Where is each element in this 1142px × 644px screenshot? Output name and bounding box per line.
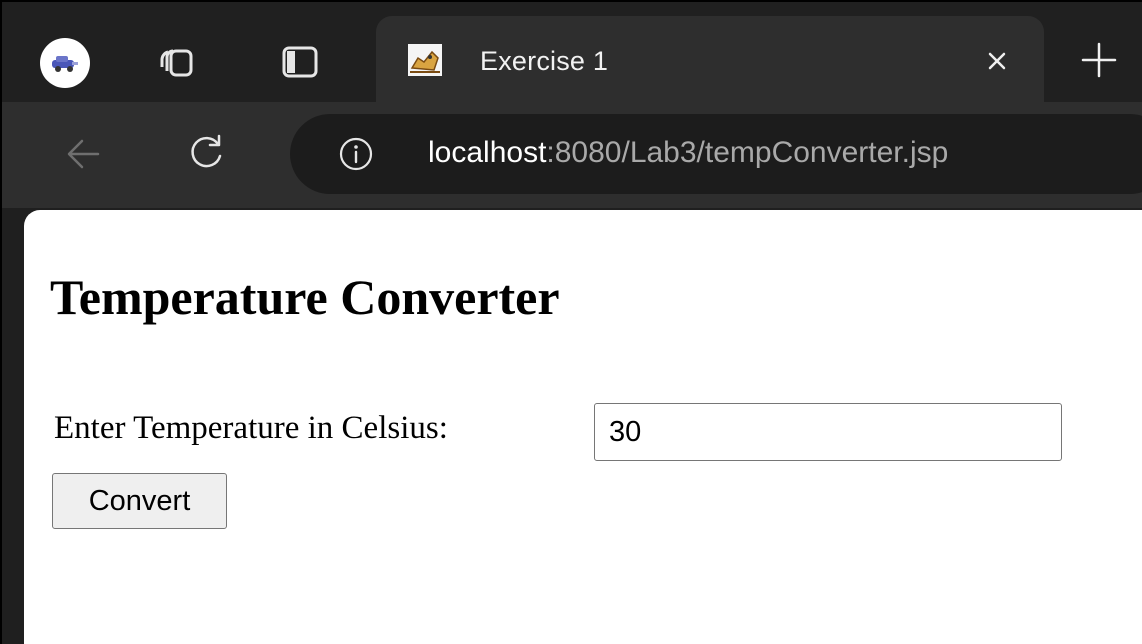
browser-window: Exercise 1 localhost:8080/Lab3/tempConve… bbox=[0, 0, 1142, 644]
plus-icon[interactable] bbox=[1077, 38, 1121, 82]
tab-actions-icon[interactable] bbox=[280, 42, 320, 82]
url-path: :8080/Lab3/tempConverter.jsp bbox=[546, 136, 949, 169]
toolbar: localhost:8080/Lab3/tempConverter.jsp bbox=[2, 102, 1142, 208]
page-content: Temperature Converter Enter Temperature … bbox=[24, 210, 1142, 644]
celsius-label: Enter Temperature in Celsius: bbox=[54, 410, 448, 446]
tab-active[interactable]: Exercise 1 bbox=[376, 16, 1044, 102]
info-icon[interactable] bbox=[338, 136, 374, 172]
url-host: localhost bbox=[428, 136, 547, 169]
arrow-left-icon[interactable] bbox=[62, 132, 106, 176]
workspaces-icon[interactable] bbox=[158, 42, 198, 82]
profile-avatar-icon[interactable] bbox=[40, 38, 90, 88]
tab-title: Exercise 1 bbox=[480, 46, 609, 76]
close-icon[interactable] bbox=[982, 46, 1012, 76]
celsius-input[interactable] bbox=[594, 403, 1062, 461]
url-text[interactable]: localhost:8080/Lab3/tempConverter.jsp bbox=[428, 136, 948, 170]
tab-strip: Exercise 1 bbox=[2, 2, 1142, 102]
page-title: Temperature Converter bbox=[50, 269, 560, 325]
address-bar[interactable]: localhost:8080/Lab3/tempConverter.jsp bbox=[290, 114, 1142, 194]
convert-button[interactable]: Convert bbox=[52, 473, 227, 529]
reload-icon[interactable] bbox=[182, 130, 230, 178]
tomcat-icon bbox=[408, 44, 442, 76]
